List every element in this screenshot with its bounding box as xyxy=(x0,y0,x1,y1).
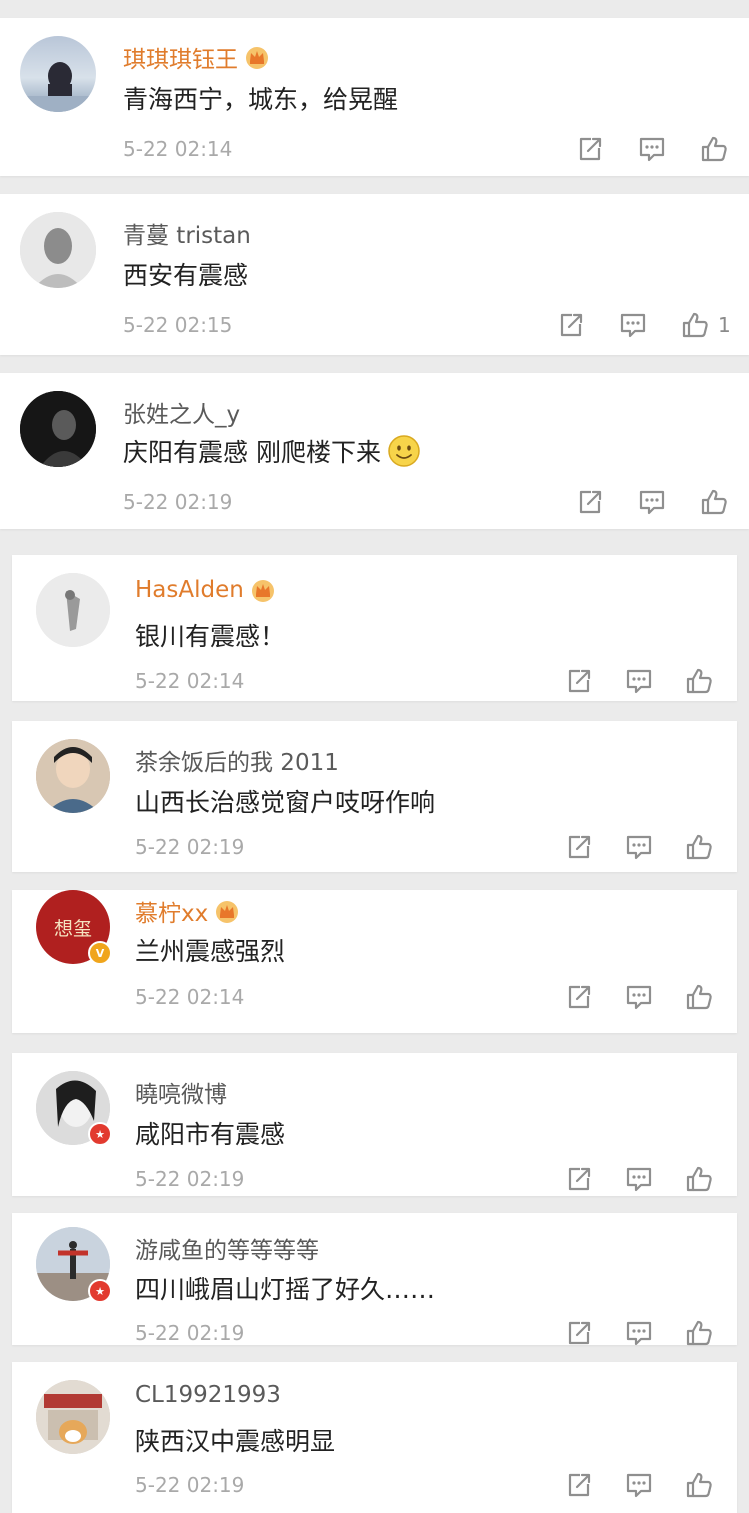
comment-card: 琪琪琪钰王 青海西宁，城东，给晃醒 5-22 02:14 xyxy=(0,18,749,176)
timestamp: 5-22 02:14 xyxy=(123,137,233,161)
like-icon[interactable] xyxy=(684,1318,714,1348)
verified-badge-icon: V xyxy=(88,941,112,965)
share-icon[interactable] xyxy=(575,134,605,164)
timestamp: 5-22 02:19 xyxy=(123,490,233,514)
comment-body: 四川峨眉山灯摇了好久…… xyxy=(135,1275,436,1304)
comment-text: 四川峨眉山灯摇了好久…… xyxy=(135,1270,435,1306)
comment-text: 陕西汉中震感明显 xyxy=(135,1422,335,1458)
comment-body: 咸阳市有震感 xyxy=(135,1120,286,1149)
username-text[interactable]: 琪琪琪钰王 xyxy=(123,40,238,74)
timestamp: 5-22 02:14 xyxy=(135,985,245,1009)
username[interactable]: 慕柠xx xyxy=(135,894,240,928)
comment-card: CL19921993 陕西汉中震感明显 5-22 02:19 xyxy=(12,1362,737,1513)
share-icon[interactable] xyxy=(564,666,594,696)
crown-icon xyxy=(244,45,270,69)
like-icon[interactable] xyxy=(684,832,714,862)
reply-icon[interactable] xyxy=(624,1318,654,1348)
reply-icon[interactable] xyxy=(637,487,667,517)
crown-icon xyxy=(214,899,240,923)
username[interactable]: HasAlden xyxy=(135,577,276,603)
username-text[interactable]: 曉喨微博 xyxy=(135,1075,227,1109)
avatar[interactable] xyxy=(36,573,110,647)
username-text[interactable]: CL19921993 xyxy=(135,1382,281,1408)
share-icon[interactable] xyxy=(556,310,586,340)
reply-icon[interactable] xyxy=(624,982,654,1012)
share-icon[interactable] xyxy=(575,487,605,517)
share-icon[interactable] xyxy=(564,1164,594,1194)
comment-card: HasAlden 银川有震感！ 5-22 02:14 xyxy=(12,555,737,701)
avatar[interactable] xyxy=(20,391,96,467)
timestamp: 5-22 02:14 xyxy=(135,669,245,693)
reply-icon[interactable] xyxy=(624,666,654,696)
username-text[interactable]: 茶余饭后的我 2011 xyxy=(135,743,339,777)
comment-body: 兰州震感强烈 xyxy=(135,937,286,966)
username[interactable]: 游咸鱼的等等等等 xyxy=(135,1231,319,1265)
share-icon[interactable] xyxy=(564,1470,594,1500)
comment-text: 庆阳有震感 刚爬楼下来 xyxy=(123,433,421,469)
comment-text: 西安有震感 xyxy=(123,256,248,292)
username-text[interactable]: 慕柠xx xyxy=(135,894,208,928)
comment-body: 青海西宁，城东，给晃醒 xyxy=(123,85,399,114)
like-icon[interactable] xyxy=(684,982,714,1012)
username[interactable]: CL19921993 xyxy=(135,1382,281,1408)
comment-card: 茶余饭后的我 2011 山西长治感觉窗户吱呀作响 5-22 02:19 xyxy=(12,721,737,872)
avatar[interactable] xyxy=(20,212,96,288)
timestamp: 5-22 02:19 xyxy=(135,1321,245,1345)
timestamp: 5-22 02:19 xyxy=(135,1167,245,1191)
avatar[interactable] xyxy=(36,739,110,813)
reply-icon[interactable] xyxy=(624,832,654,862)
username[interactable]: 茶余饭后的我 2011 xyxy=(135,743,339,777)
comment-card: ★ 曉喨微博 咸阳市有震感 5-22 02:19 xyxy=(12,1053,737,1196)
username-text[interactable]: 张姓之人_y xyxy=(123,395,240,429)
reply-icon[interactable] xyxy=(618,310,648,340)
like-icon[interactable] xyxy=(699,487,729,517)
share-icon[interactable] xyxy=(564,982,594,1012)
comment-body: 陕西汉中震感明显 xyxy=(135,1427,336,1456)
like-icon[interactable] xyxy=(699,134,729,164)
verified-badge-icon: ★ xyxy=(88,1122,112,1146)
comment-text: 青海西宁，城东，给晃醒 xyxy=(123,80,398,116)
comment-text: 咸阳市有震感 xyxy=(135,1115,285,1151)
reply-icon[interactable] xyxy=(624,1164,654,1194)
share-icon[interactable] xyxy=(564,832,594,862)
comment-card: 张姓之人_y 庆阳有震感 刚爬楼下来 5-22 02:19 xyxy=(0,373,749,529)
username[interactable]: 曉喨微博 xyxy=(135,1075,227,1109)
comment-text: 山西长治感觉窗户吱呀作响 xyxy=(135,783,435,819)
like-icon[interactable] xyxy=(680,310,710,340)
like-icon[interactable] xyxy=(684,1470,714,1500)
comment-card: 想玺 V 慕柠xx 兰州震感强烈 5-22 02:14 xyxy=(12,890,737,1033)
comment-body: 山西长治感觉窗户吱呀作响 xyxy=(135,788,436,817)
smile-emoji-icon xyxy=(388,435,420,467)
share-icon[interactable] xyxy=(564,1318,594,1348)
like-icon[interactable] xyxy=(684,666,714,696)
username-text[interactable]: 游咸鱼的等等等等 xyxy=(135,1231,319,1265)
comment-text: 银川有震感！ xyxy=(135,617,285,653)
username-text[interactable]: 青蔓 tristan xyxy=(123,216,251,250)
username[interactable]: 琪琪琪钰王 xyxy=(123,40,270,74)
username[interactable]: 青蔓 tristan xyxy=(123,216,251,250)
reply-icon[interactable] xyxy=(637,134,667,164)
timestamp: 5-22 02:15 xyxy=(123,313,233,337)
like-icon[interactable] xyxy=(684,1164,714,1194)
comment-body: 西安有震感 xyxy=(123,261,249,290)
comment-body: 银川有震感！ xyxy=(135,622,286,651)
comment-text: 兰州震感强烈 xyxy=(135,932,285,968)
comment-body: 庆阳有震感 刚爬楼下来 xyxy=(123,438,381,467)
timestamp: 5-22 02:19 xyxy=(135,835,245,859)
username-text[interactable]: HasAlden xyxy=(135,577,244,603)
reply-icon[interactable] xyxy=(624,1470,654,1500)
comment-card: 青蔓 tristan 西安有震感 5-22 02:15 1 xyxy=(0,194,749,355)
like-count: 1 xyxy=(718,313,731,337)
comment-card: ★ 游咸鱼的等等等等 四川峨眉山灯摇了好久…… 5-22 02:19 xyxy=(12,1213,737,1345)
avatar[interactable] xyxy=(36,1380,110,1454)
avatar[interactable] xyxy=(20,36,96,112)
verified-badge-icon: ★ xyxy=(88,1279,112,1303)
crown-icon xyxy=(250,578,276,602)
avatar-text: 想玺 xyxy=(53,917,92,940)
username[interactable]: 张姓之人_y xyxy=(123,395,240,429)
timestamp: 5-22 02:19 xyxy=(135,1473,245,1497)
